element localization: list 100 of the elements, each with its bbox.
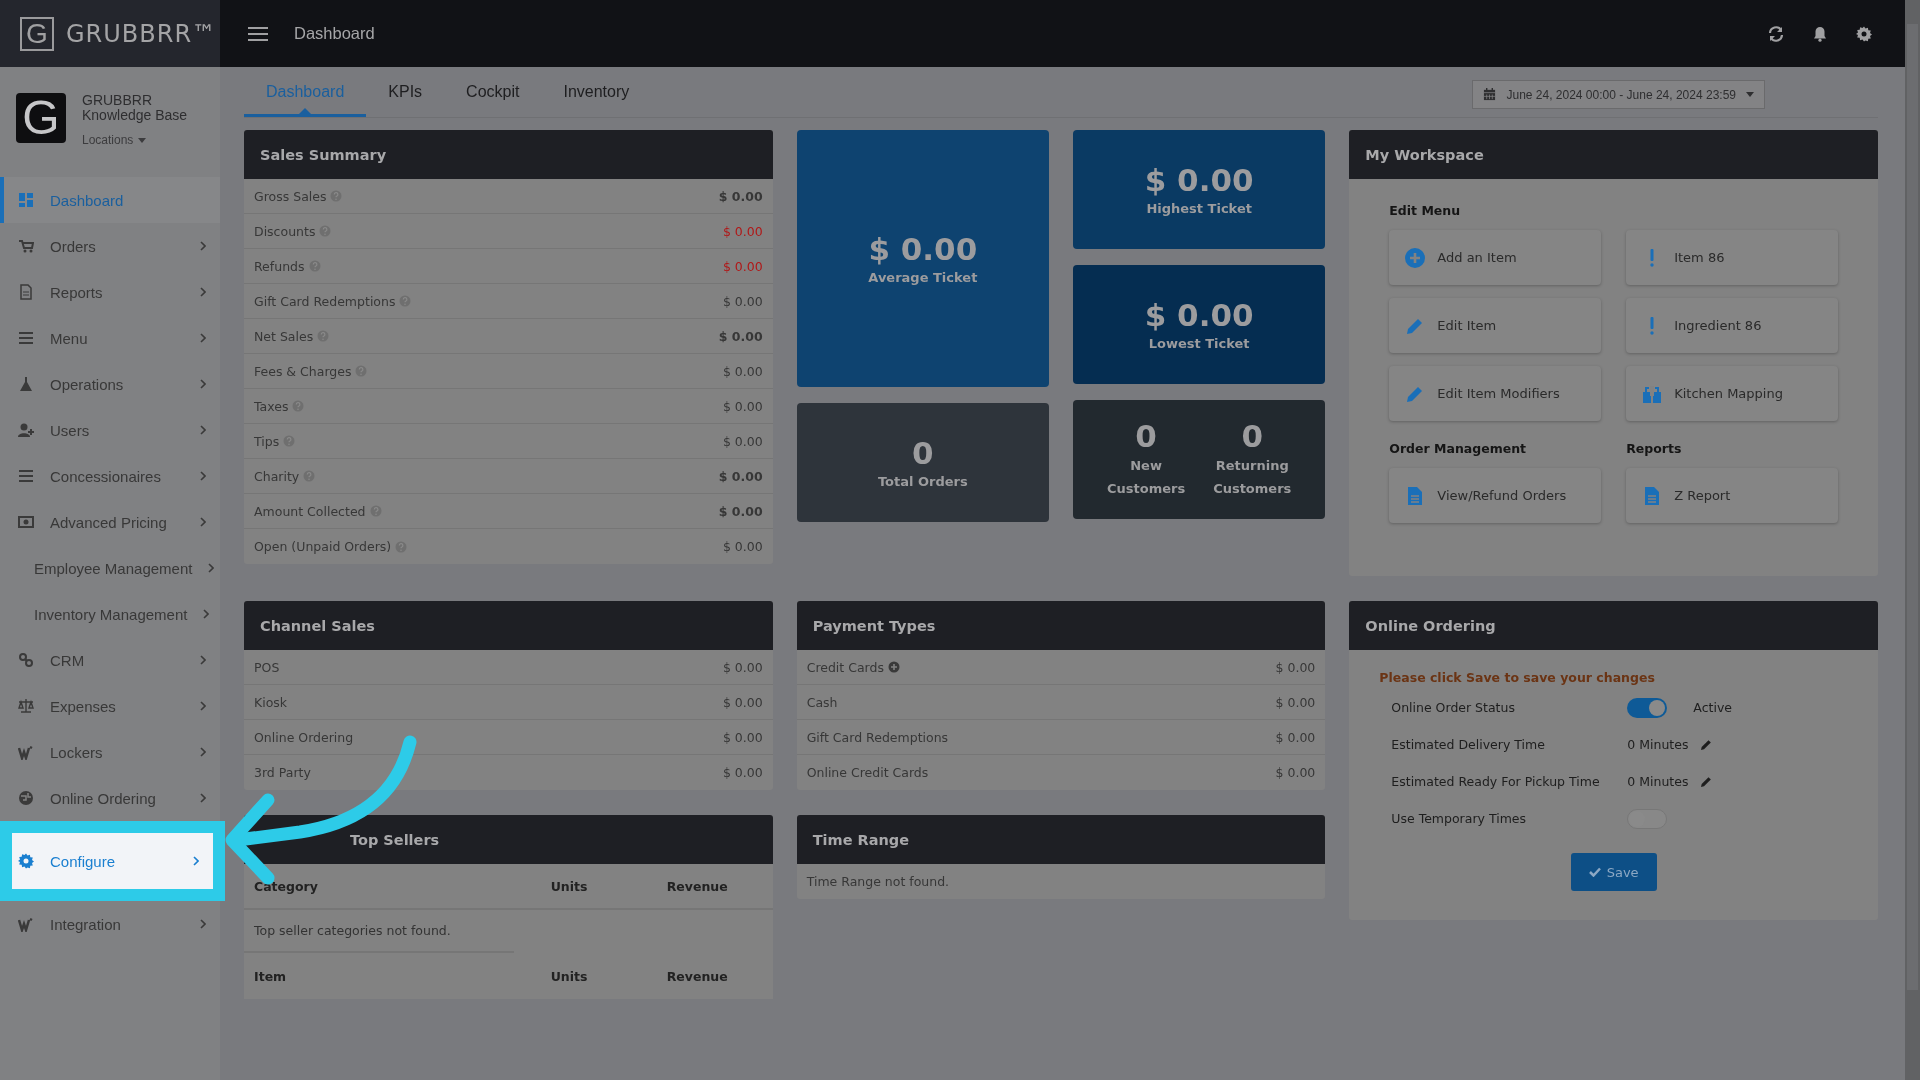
sidebar-item[interactable]: Orders [0,223,220,269]
shortcut-button[interactable]: View/Refund Orders [1389,468,1602,523]
column-header: Revenue [666,878,729,894]
row-label: Gross Sales [254,188,327,204]
shortcut-button[interactable]: Kitchen Mapping [1626,366,1838,421]
settings-icon [1856,25,1872,42]
row-value: $ 0.00 [722,293,763,309]
chevron-right-icon [200,701,206,711]
stat-label: Returning Customers [1212,456,1293,498]
sidebar-item[interactable]: Concessionaires [0,453,220,499]
locations-dropdown[interactable]: Locations [82,133,147,147]
sidebar-item[interactable]: Integration [0,901,220,947]
shortcut-button[interactable]: Edit Item Modifiers [1389,366,1602,421]
exclamation-icon [1650,316,1655,335]
section-title: Order Management [1389,441,1528,457]
sidebar-item[interactable]: CRM [0,637,220,683]
help-icon [355,365,368,377]
row-label: Taxes [254,398,289,414]
row-label: Online Credit Cards [806,765,929,780]
sidebar-item[interactable]: Configure [0,821,225,901]
column-header: Units [550,968,589,984]
chevron-right-icon [200,517,206,527]
sidebar-item[interactable]: Users [0,407,220,453]
tab[interactable]: KPIs [366,66,445,117]
stat-label: New Customers [1106,456,1187,498]
row-value: $ 0.00 [722,765,763,780]
row-value: $ 0.00 [1275,729,1316,745]
chevron-right-icon [200,793,206,803]
chevron-right-icon [200,241,206,251]
sidebar-item[interactable]: Dashboard [0,177,220,223]
setting-value: 0 Minutes [1627,774,1689,789]
save-reminder: Please click Save to save your changes [1379,670,1656,685]
toggle-switch[interactable] [1627,697,1668,718]
date-range-picker[interactable]: June 24, 2024 00:00 - June 24, 2024 23:59 [1472,80,1765,109]
row-label: Fees & Charges [254,363,352,379]
help-icon [395,540,408,553]
help-icon [283,435,296,447]
settings-icon [18,853,34,869]
panel-title: Online Ordering [1349,601,1878,650]
globe-icon [18,790,34,806]
column-header: Category [254,878,319,894]
status-text: Active [1693,700,1732,715]
setting-label: Online Order Status [1391,700,1516,715]
row-value: $ 0.00 [1275,765,1316,780]
shortcut-button[interactable]: Add an Item [1389,230,1602,285]
panel-title: Channel Sales [244,601,773,650]
save-button[interactable]: Save [1570,853,1657,891]
brand-logo: G [20,16,54,51]
setting-label: Estimated Delivery Time [1391,737,1546,752]
row-label: Online Ordering [254,729,354,745]
exclamation-icon [1650,248,1655,267]
chevron-right-icon [200,287,206,297]
sidebar-item[interactable]: Reports [0,269,220,315]
sidebar-item[interactable]: Advanced Pricing [0,499,220,545]
row-value: $ 0.00 [718,468,763,484]
help-icon [303,470,316,482]
chevron-right-icon [200,379,206,389]
document-icon [18,284,34,300]
tab[interactable]: Inventory [541,66,652,117]
page-title: Dashboard [294,24,376,43]
sidebar-item[interactable]: Inventory Management [0,591,220,637]
pencil-icon [1700,738,1713,751]
column-header: Item [254,968,288,984]
row-value: $ 0.00 [1275,694,1316,710]
chevron-right-icon [200,655,206,665]
checkmark-icon [1588,867,1601,877]
sidebar-item[interactable]: Lockers [0,729,220,775]
sidebar-item[interactable]: Menu [0,315,220,361]
account-logo: G [16,93,66,143]
scrollbar[interactable] [1905,0,1920,1080]
shortcut-button[interactable]: Z Report [1626,468,1838,523]
sidebar-item[interactable]: Expenses [0,683,220,729]
sidebar-item[interactable]: Employee Management [0,545,220,591]
shortcut-button[interactable]: Ingredient 86 [1626,298,1838,353]
help-icon [317,330,330,342]
caret-icon [138,137,147,143]
column-header: Revenue [666,968,729,984]
sidebar-item[interactable]: Operations [0,361,220,407]
scale-icon [18,698,34,714]
row-value: $ 0.00 [722,659,763,675]
row-label: Amount Collected [254,503,366,519]
row-value: $ 0.00 [718,328,763,344]
shortcut-button[interactable]: Edit Item [1389,298,1602,353]
expand-plus-icon [888,661,900,673]
calendar-icon [1483,88,1497,101]
stat-value: $ 0.00 [1144,162,1254,198]
tab[interactable]: Cockpit [444,66,542,117]
dashboard-grid-icon [18,192,34,208]
active-tab-pointer-icon [299,108,312,114]
setting-label: Estimated Ready For Pickup Time [1391,774,1601,789]
tab[interactable]: Dashboard [244,66,367,117]
shortcut-button[interactable]: Item 86 [1626,230,1838,285]
user-add-icon [18,422,34,438]
row-value: $ 0.00 [722,729,763,745]
sidebar-item[interactable]: Online Ordering [0,775,220,821]
panel-title: Payment Types [796,601,1326,650]
help-icon [308,260,321,272]
panel-title: Time Range [796,815,1326,864]
chevron-right-icon [200,471,206,481]
row-value: $ 0.00 [718,188,763,204]
